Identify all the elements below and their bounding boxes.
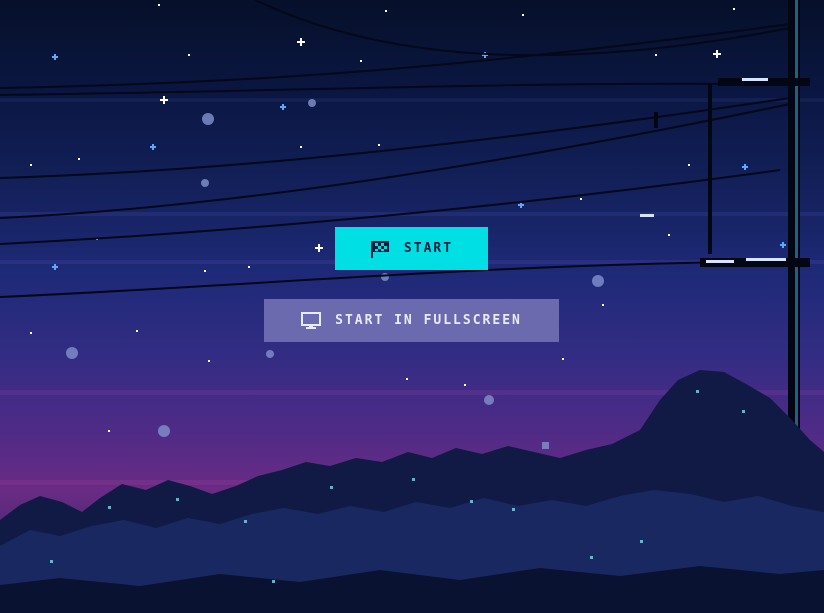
tree-silhouettes bbox=[0, 370, 824, 613]
start-label: Start bbox=[403, 241, 454, 256]
start-fullscreen-button[interactable]: Start in fullscreen bbox=[264, 299, 559, 342]
snowflakes bbox=[66, 99, 686, 458]
stars bbox=[30, 4, 735, 432]
start-button[interactable]: Start bbox=[335, 227, 488, 270]
game-start-screen: Start Start in fullscreen bbox=[0, 0, 824, 613]
monitor-icon bbox=[301, 311, 322, 330]
start-fullscreen-label: Start in fullscreen bbox=[335, 313, 522, 328]
checkered-flag-icon bbox=[370, 240, 390, 258]
